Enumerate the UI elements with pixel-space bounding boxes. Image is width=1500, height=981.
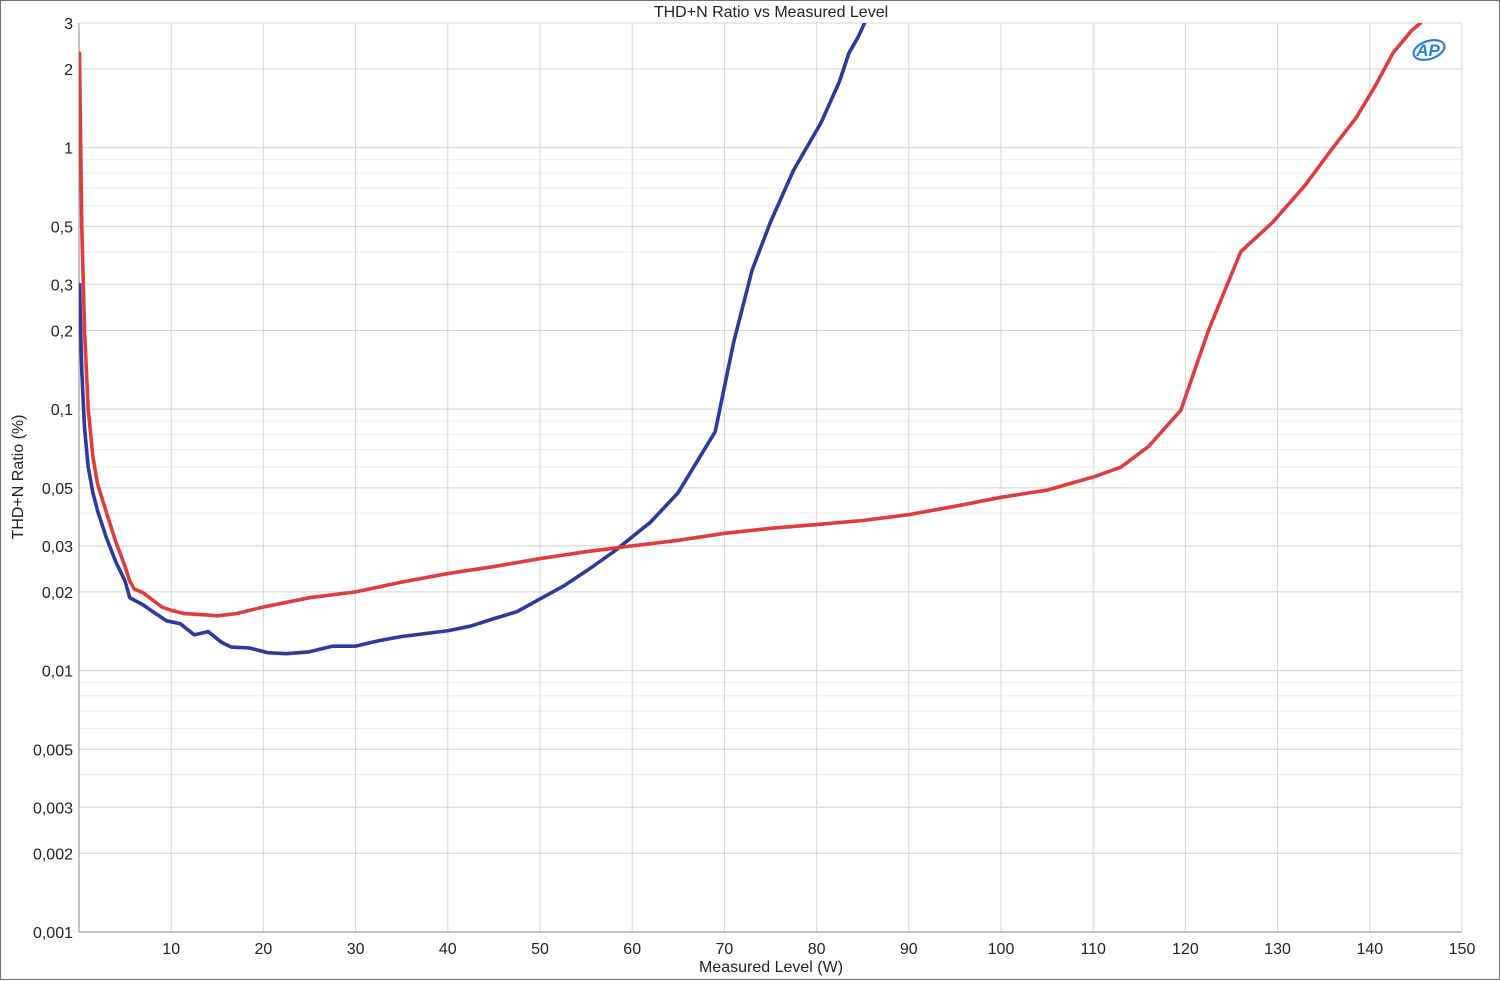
y-tick-label: 0,002 [33, 846, 73, 863]
x-tick-label: 120 [1172, 941, 1199, 958]
x-tick-label: 90 [900, 941, 918, 958]
x-tick-label: 50 [531, 941, 549, 958]
x-tick-label: 110 [1080, 941, 1106, 958]
x-axis-title: Measured Level (W) [699, 959, 843, 976]
y-tick-label: 0,02 [42, 585, 73, 602]
ap-logo-text: AP [1415, 41, 1440, 60]
x-tick-label: 40 [439, 941, 457, 958]
x-tick-label: 80 [808, 941, 826, 958]
x-tick-label: 60 [623, 941, 641, 958]
y-tick-label: 0,005 [33, 742, 73, 759]
x-tick-label: 130 [1264, 941, 1291, 958]
y-tick-label: 0,1 [51, 402, 73, 419]
y-tick-label: 0,03 [42, 539, 73, 556]
x-tick-label: 150 [1449, 941, 1476, 958]
grid-layer [79, 22, 1463, 933]
y-tick-label: 0,05 [42, 481, 73, 498]
x-tick-label: 100 [988, 941, 1015, 958]
x-tick-label: 10 [162, 941, 180, 958]
x-tick-label: 20 [255, 941, 273, 958]
chart-frame: 0,001 0,002 0,003 0,005 0,01 0,02 0,03 0,05 0,1 0… [0, 0, 1500, 980]
y-axis-title: THD+N Ratio (%) [10, 415, 27, 540]
x-tick-label: 70 [716, 941, 734, 958]
y-tick-label: 1 [64, 141, 73, 158]
x-tick-label: 140 [1356, 941, 1383, 958]
y-tick-label: 0,3 [51, 277, 73, 294]
y-tick-label: 0,5 [51, 219, 73, 236]
thdn-chart: 0,001 0,002 0,003 0,005 0,01 0,02 0,03 0,05 0,1 0… [10, 4, 1476, 976]
y-tick-label: 0,2 [51, 323, 73, 340]
y-tick-label: 0,003 [33, 800, 73, 817]
chart-title: THD+N Ratio vs Measured Level [654, 4, 888, 21]
y-tick-label: 3 [64, 16, 73, 33]
x-tick-label: 30 [347, 941, 365, 958]
y-tick-label: 0,01 [42, 664, 73, 681]
y-tick-label: 2 [64, 62, 73, 79]
y-tick-label: 0,001 [33, 925, 73, 942]
